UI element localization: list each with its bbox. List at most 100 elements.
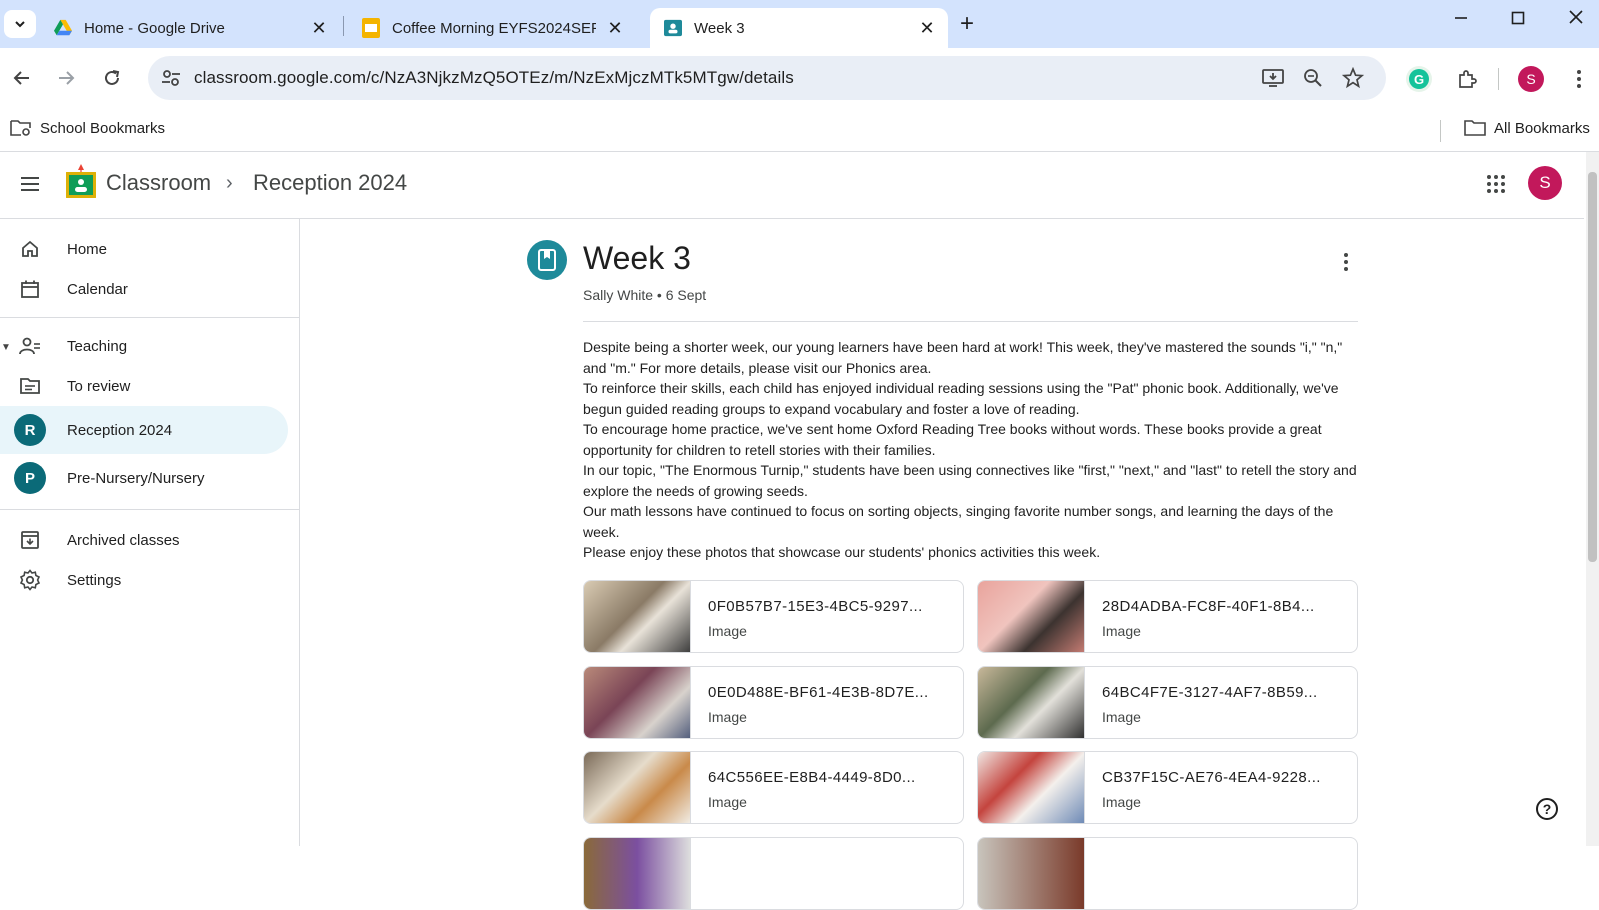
tab-title: Coffee Morning EYFS2024SEPT bbox=[392, 19, 596, 37]
profile-initial: S bbox=[1518, 66, 1544, 92]
sidebar-item-reception-2024[interactable]: R Reception 2024 bbox=[0, 406, 288, 454]
browser-menu-icon[interactable] bbox=[1564, 64, 1594, 94]
attachment-type: Image bbox=[708, 794, 747, 810]
sidebar-item-label: Calendar bbox=[67, 280, 128, 298]
address-bar[interactable]: classroom.google.com/c/NzA3NjkzMzQ5OTEz/… bbox=[148, 56, 1386, 100]
attachment-card[interactable]: 64BC4F7E-3127-4AF7-8B59... Image bbox=[977, 666, 1358, 739]
main-menu-icon[interactable] bbox=[18, 172, 42, 196]
class-avatar: P bbox=[14, 462, 46, 494]
post-paragraph: Our math lessons have continued to focus… bbox=[583, 503, 1334, 540]
post-body: Despite being a shorter week, our young … bbox=[583, 337, 1358, 563]
forward-icon[interactable] bbox=[52, 64, 80, 92]
bookmark-all-bookmarks[interactable]: All Bookmarks bbox=[1464, 119, 1590, 137]
breadcrumb-chevron-icon: › bbox=[226, 172, 233, 194]
sidebar-item-label: Settings bbox=[67, 571, 122, 589]
new-tab-button[interactable]: + bbox=[960, 10, 974, 38]
classroom-icon bbox=[664, 19, 682, 37]
attachment-card[interactable]: CB37F15C-AE76-4EA4-9228... Image bbox=[977, 751, 1358, 824]
class-avatar: R bbox=[14, 414, 46, 446]
attachment-card[interactable]: 28D4ADBA-FC8F-40F1-8B4... Image bbox=[977, 580, 1358, 653]
attachment-name: 0E0D488E-BF61-4E3B-8D7E... bbox=[708, 684, 929, 701]
sidebar-item-label: Pre-Nursery/Nursery bbox=[67, 469, 205, 487]
tab-title: Home - Google Drive bbox=[84, 19, 225, 37]
profile-avatar[interactable]: S bbox=[1516, 64, 1546, 94]
sidebar-divider bbox=[0, 317, 300, 318]
sidebar-item-to-review[interactable]: To review bbox=[0, 362, 288, 410]
attachment-card[interactable] bbox=[977, 837, 1358, 910]
install-app-icon[interactable] bbox=[1260, 66, 1286, 90]
toolbar-divider bbox=[1498, 68, 1499, 90]
post-paragraph: Despite being a shorter week, our young … bbox=[583, 339, 1343, 376]
google-drive-icon bbox=[54, 19, 72, 37]
zoom-icon[interactable] bbox=[1300, 66, 1326, 90]
close-tab-icon[interactable]: ✕ bbox=[604, 18, 626, 39]
bookmark-star-icon[interactable] bbox=[1340, 66, 1366, 90]
post-author-date: Sally White • 6 Sept bbox=[583, 287, 707, 303]
attachment-type: Image bbox=[1102, 709, 1141, 725]
url-text[interactable]: classroom.google.com/c/NzA3NjkzMzQ5OTEz/… bbox=[194, 68, 794, 88]
calendar-icon bbox=[18, 277, 42, 301]
settings-icon bbox=[18, 568, 42, 592]
sidebar-divider bbox=[0, 509, 300, 510]
page-scrollbar[interactable] bbox=[1586, 152, 1599, 846]
grammarly-icon[interactable]: G bbox=[1404, 64, 1434, 94]
help-icon[interactable]: ? bbox=[1536, 798, 1558, 820]
home-icon bbox=[18, 237, 42, 261]
window-close-icon[interactable] bbox=[1558, 8, 1594, 31]
tab-week-3[interactable]: Week 3 ✕ bbox=[650, 8, 948, 48]
attachment-name: 28D4ADBA-FC8F-40F1-8B4... bbox=[1102, 598, 1315, 615]
bookmarks-bar: School Bookmarks All Bookmarks bbox=[0, 110, 1599, 152]
scrollbar-thumb[interactable] bbox=[1588, 172, 1597, 562]
close-tab-icon[interactable]: ✕ bbox=[308, 18, 330, 39]
close-tab-icon[interactable]: ✕ bbox=[916, 18, 938, 39]
tab-search-button[interactable] bbox=[4, 10, 36, 38]
sidebar-item-label: To review bbox=[67, 377, 131, 395]
sidebar-item-pre-nursery[interactable]: P Pre-Nursery/Nursery bbox=[0, 454, 288, 502]
image-thumbnail bbox=[978, 667, 1085, 738]
minimize-icon[interactable] bbox=[1443, 8, 1479, 31]
image-thumbnail bbox=[584, 667, 691, 738]
chevron-down-icon bbox=[15, 21, 25, 28]
attachment-name: CB37F15C-AE76-4EA4-9228... bbox=[1102, 769, 1321, 786]
attachment-name: 64BC4F7E-3127-4AF7-8B59... bbox=[1102, 684, 1318, 701]
image-thumbnail bbox=[584, 581, 691, 652]
image-thumbnail bbox=[584, 838, 691, 909]
post-paragraph: To encourage home practice, we've sent h… bbox=[583, 421, 1322, 458]
app-name[interactable]: Classroom bbox=[106, 170, 211, 196]
account-avatar[interactable]: S bbox=[1528, 166, 1562, 200]
maximize-icon[interactable] bbox=[1500, 8, 1536, 31]
attachment-card[interactable] bbox=[583, 837, 964, 910]
google-slides-icon bbox=[362, 18, 380, 38]
sidebar-item-calendar[interactable]: Calendar bbox=[0, 265, 288, 313]
sidebar: Home Calendar ▼ Teaching To review R Rec… bbox=[0, 219, 300, 846]
attachment-type: Image bbox=[1102, 623, 1141, 639]
breadcrumb-class[interactable]: Reception 2024 bbox=[253, 170, 407, 196]
material-post-icon bbox=[527, 240, 567, 280]
more-options-icon[interactable] bbox=[1334, 250, 1358, 274]
classroom-logo-icon[interactable] bbox=[66, 162, 96, 202]
extensions-icon[interactable] bbox=[1452, 64, 1482, 94]
post-title: Week 3 bbox=[583, 240, 691, 276]
google-apps-icon[interactable] bbox=[1484, 172, 1508, 196]
classroom-header: Classroom › Reception 2024 S bbox=[0, 152, 1584, 219]
folder-icon bbox=[1464, 120, 1486, 136]
reload-icon[interactable] bbox=[98, 64, 126, 92]
sidebar-item-label: Reception 2024 bbox=[67, 421, 173, 439]
image-thumbnail bbox=[584, 752, 691, 823]
bookmark-label: School Bookmarks bbox=[40, 119, 166, 137]
tab-coffee-morning[interactable]: Coffee Morning EYFS2024SEPT ✕ bbox=[348, 8, 636, 48]
attachment-card[interactable]: 0F0B57B7-15E3-4BC5-9297... Image bbox=[583, 580, 964, 653]
sidebar-item-label: Teaching bbox=[67, 337, 128, 355]
site-settings-icon[interactable] bbox=[158, 66, 184, 90]
image-thumbnail bbox=[978, 581, 1085, 652]
sidebar-item-label: Home bbox=[67, 240, 108, 258]
back-icon[interactable] bbox=[8, 64, 36, 92]
tab-google-drive[interactable]: Home - Google Drive ✕ bbox=[40, 8, 340, 48]
archive-icon bbox=[18, 528, 42, 552]
bookmark-school-bookmarks[interactable]: School Bookmarks bbox=[10, 119, 165, 137]
sidebar-item-settings[interactable]: Settings bbox=[0, 556, 288, 604]
bookmark-label: All Bookmarks bbox=[1494, 119, 1590, 137]
image-thumbnail bbox=[978, 752, 1085, 823]
attachment-card[interactable]: 0E0D488E-BF61-4E3B-8D7E... Image bbox=[583, 666, 964, 739]
attachment-card[interactable]: 64C556EE-E8B4-4449-8D0... Image bbox=[583, 751, 964, 824]
